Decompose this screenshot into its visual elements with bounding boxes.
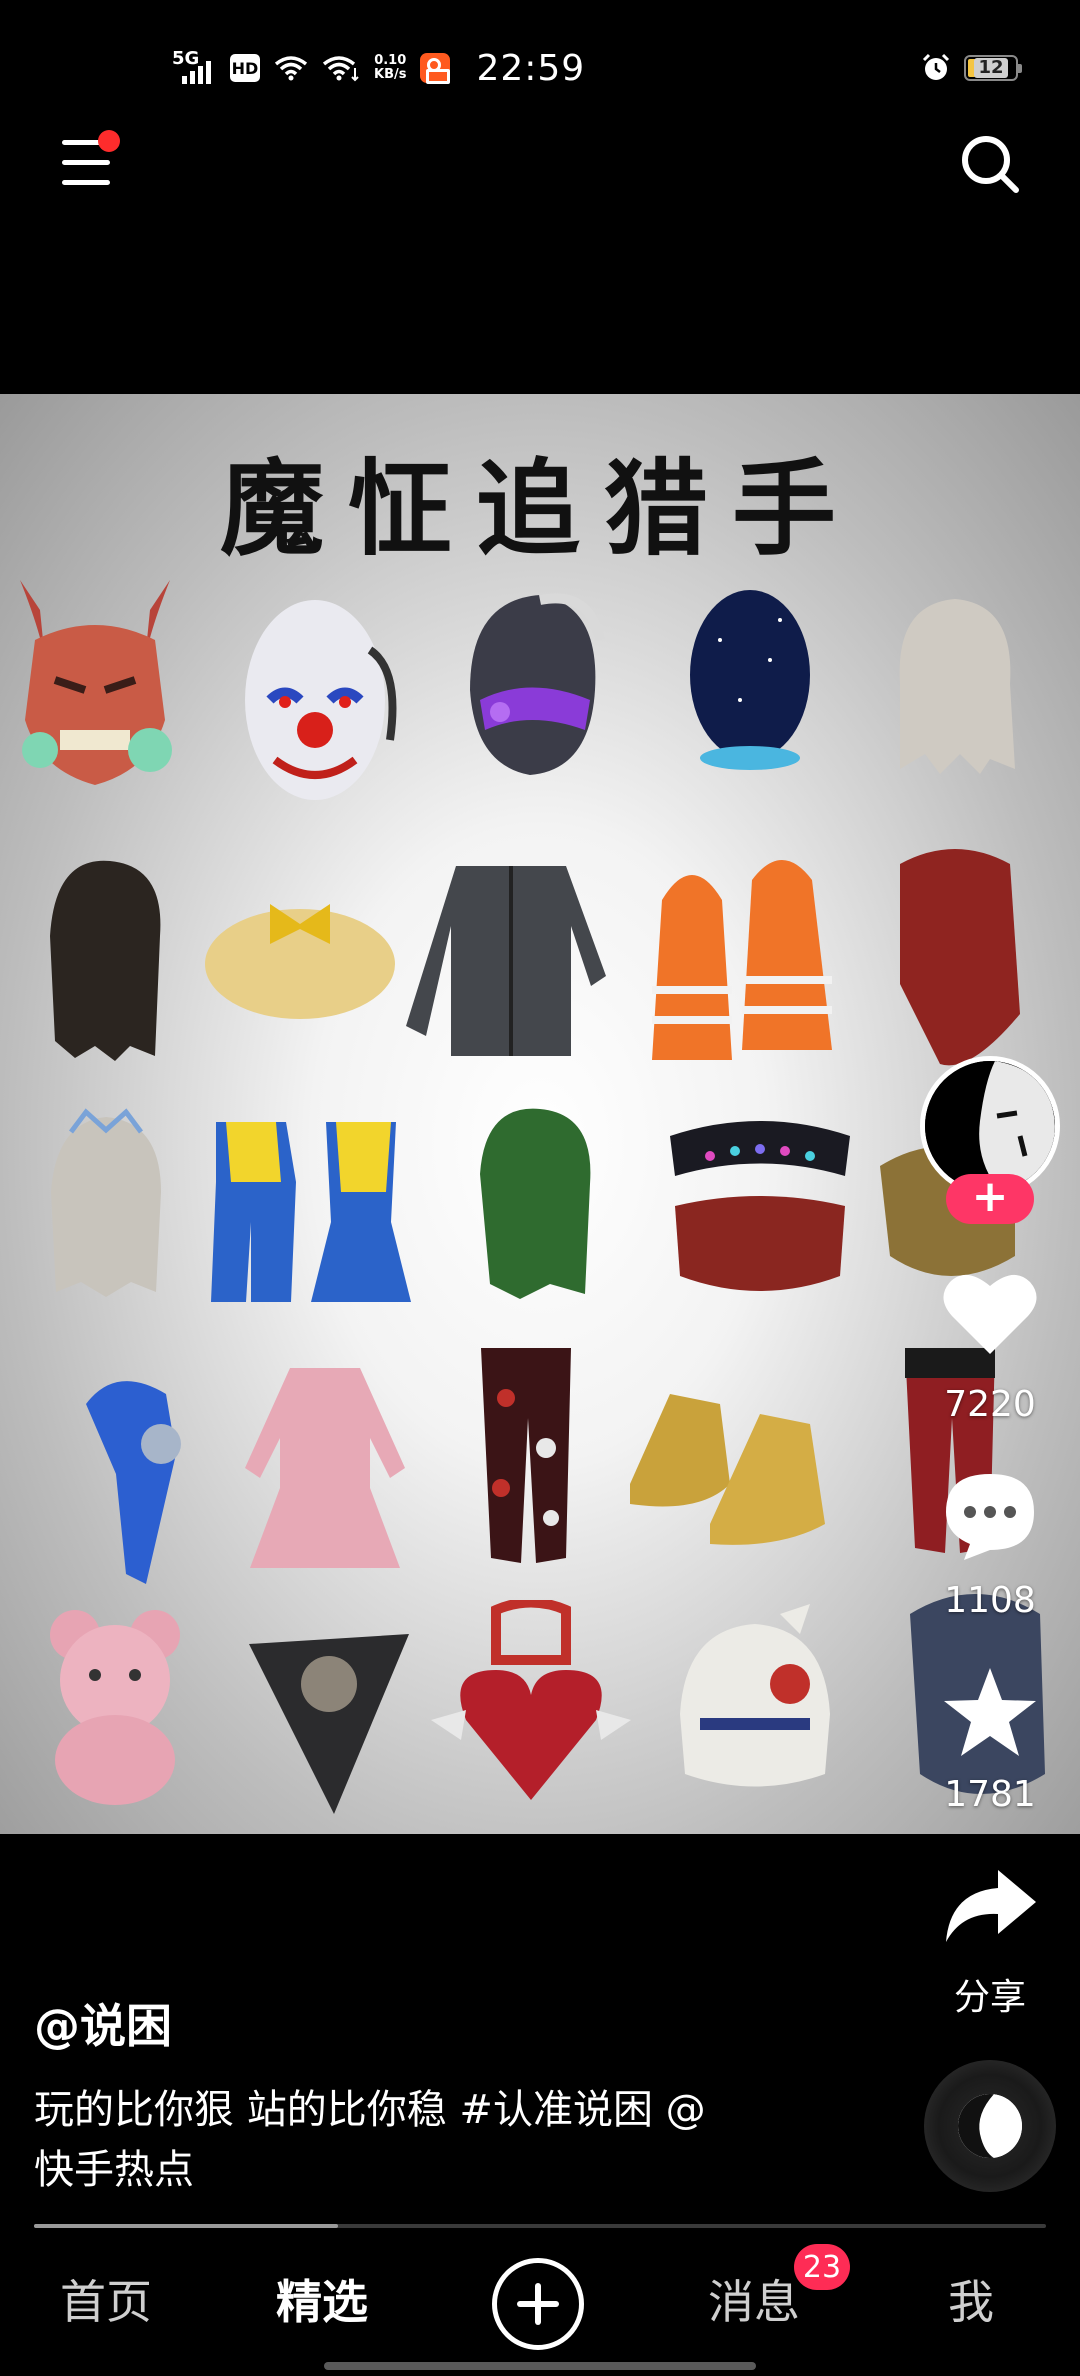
clown-mask-item [245, 600, 397, 800]
comment-count: 1108 [944, 1580, 1036, 1621]
golden-sneakers-item [630, 1394, 825, 1545]
bottom-tab-bar: 首页 精选 消息 23 我 [0, 2244, 1080, 2350]
favorite-button[interactable] [930, 1664, 1050, 1760]
network-speed: 0.10 KB/s [374, 54, 406, 82]
battery-level: 12 [974, 58, 1008, 78]
led-visor-mask-item [670, 1121, 850, 1291]
share-button[interactable] [930, 1866, 1050, 1946]
blue-yellow-outfit-item [211, 1122, 411, 1302]
caption-line-2: 快手热点 [34, 2147, 194, 2193]
search-icon[interactable] [958, 132, 1022, 196]
orange-hazard-suit-item [652, 860, 832, 1060]
favorite-count: 1781 [944, 1774, 1036, 1815]
leather-jacket-item [406, 866, 606, 1056]
tab-messages[interactable]: 消息 [708, 2266, 800, 2332]
follow-button[interactable]: + [946, 1174, 1034, 1224]
video-caption[interactable]: 玩的比你狠 站的比你稳 #认准说困 @ 快手热点 [34, 2080, 814, 2200]
pink-dress-item [245, 1368, 405, 1568]
comment-icon [946, 1474, 1034, 1560]
status-right: 12 [920, 40, 1022, 96]
video-progress-bar[interactable] [34, 2224, 1046, 2228]
blue-ponytail-headset-item [86, 1381, 181, 1584]
wifi-data-icon [322, 56, 359, 82]
status-left: 5G HD 0.10 KB/s 22:59 [172, 40, 585, 96]
blonde-bow-hair-item [205, 904, 395, 1019]
star-icon [944, 1668, 1036, 1756]
heart-icon [943, 1274, 1037, 1354]
galaxy-helmet-item [690, 590, 810, 770]
decorated-helmet-item [680, 1604, 830, 1787]
green-hair-item [480, 1108, 591, 1299]
demon-mask-item [20, 580, 172, 785]
pink-bear-backpack-item [50, 1610, 180, 1805]
caption-line-1: 玩的比你狠 站的比你稳 #认准说困 @ [34, 2087, 706, 2133]
home-indicator[interactable] [324, 2362, 756, 2370]
like-button[interactable] [930, 1270, 1050, 1358]
notification-dot [98, 130, 120, 152]
red-bandana-item [900, 849, 1020, 1066]
tab-me[interactable]: 我 [948, 2266, 994, 2332]
tab-home[interactable]: 首页 [60, 2266, 152, 2332]
comment-button[interactable] [930, 1470, 1050, 1562]
video-progress-fill [34, 2224, 338, 2228]
pug-bandana-item [249, 1634, 409, 1814]
silver-tiara-hair-item [51, 1108, 161, 1297]
messages-badge: 23 [794, 2244, 850, 2290]
speed-value: 0.10 [374, 53, 407, 68]
camo-pants-item [481, 1348, 571, 1563]
alarm-icon [922, 53, 950, 80]
cellular-signal-icon: 5G [172, 48, 216, 88]
menu-icon[interactable] [58, 130, 120, 192]
battery-icon: 12 [964, 55, 1022, 81]
music-cover [958, 2094, 1022, 2158]
hd-icon: HD [230, 54, 260, 82]
author-name[interactable]: @说困 [34, 1990, 172, 2056]
tab-featured[interactable]: 精选 [276, 2266, 368, 2332]
kuaishou-notification-icon [420, 53, 451, 84]
share-label: 分享 [953, 1977, 1026, 2018]
dreadlocks-hair-item [50, 860, 161, 1061]
clock: 22:59 [476, 47, 586, 89]
status-bar: 5G HD 0.10 KB/s 22:59 12 [0, 40, 1080, 96]
publish-button[interactable] [492, 2258, 584, 2350]
app-screen: 5G HD 0.10 KB/s 22:59 12 魔怔追猎手 + 7220 11… [0, 0, 1080, 2376]
cyber-helmet-item [470, 593, 605, 775]
follow-plus: + [971, 1171, 1009, 1222]
speed-unit: KB/s [374, 67, 407, 82]
share-icon [946, 1870, 1036, 1942]
video-title: 魔怔追猎手 [219, 447, 860, 570]
like-count: 7220 [944, 1384, 1036, 1425]
white-hair-item [899, 599, 1015, 774]
music-disc[interactable] [924, 2060, 1056, 2192]
heart-wing-backpack-item [431, 1600, 631, 1800]
wifi-icon [274, 56, 308, 81]
